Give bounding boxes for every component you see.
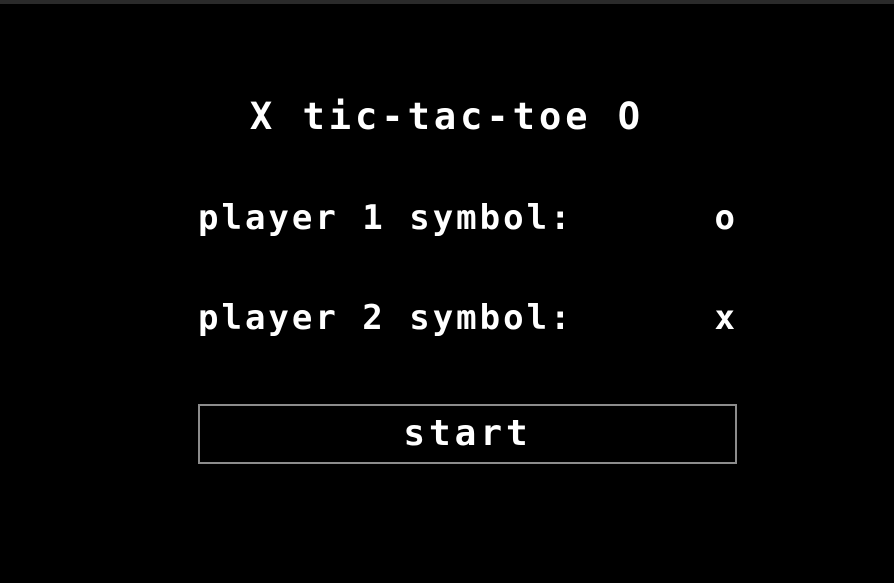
player-2-symbol-row[interactable]: player 2 symbol: x: [198, 297, 738, 339]
player-1-symbol-label: player 1 symbol:: [198, 198, 574, 238]
start-button-label: start: [403, 413, 532, 454]
player-2-symbol-value[interactable]: x: [715, 297, 738, 339]
game-window: X tic-tac-toe O player 1 symbol: o playe…: [0, 0, 894, 583]
player-2-symbol-label: player 2 symbol:: [198, 298, 574, 338]
start-button[interactable]: start: [198, 404, 737, 464]
player-1-symbol-row[interactable]: player 1 symbol: o: [198, 197, 738, 239]
player-1-symbol-value[interactable]: o: [715, 197, 738, 239]
window-top-edge: [0, 0, 894, 4]
game-title: X tic-tac-toe O: [249, 95, 645, 138]
